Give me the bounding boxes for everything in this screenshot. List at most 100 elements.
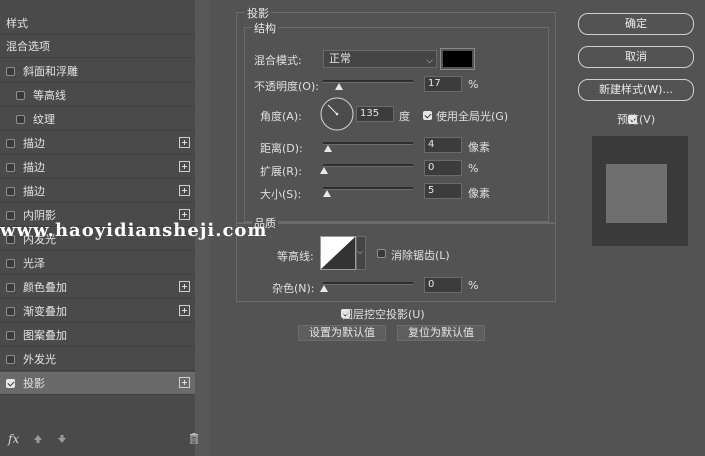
add-gradient-overlay-button[interactable] [179, 305, 190, 316]
set-default-button[interactable]: 设置为默认值 [298, 325, 386, 341]
style-item-label: 渐变叠加 [23, 305, 67, 318]
style-item-stroke-3[interactable]: 描边 [0, 180, 195, 203]
noise-label: 杂色(N): [272, 282, 315, 295]
antialias-label: 消除锯齿(L) [391, 249, 450, 262]
structure-title: 结构 [252, 20, 278, 36]
style-item-bevel-emboss[interactable]: 斜面和浮雕 [0, 60, 195, 83]
spread-slider-thumb[interactable] [320, 167, 328, 174]
add-color-overlay-button[interactable] [179, 281, 190, 292]
contour-preview[interactable] [320, 236, 356, 270]
cancel-button[interactable]: 取消 [578, 46, 694, 68]
style-item-stroke-2[interactable]: 描边 [0, 156, 195, 179]
outer-glow-checkbox[interactable] [6, 354, 15, 364]
watermark-text: www.haoyidiansheji.com [0, 220, 268, 241]
blend-mode-value: 正常 [329, 52, 351, 65]
opacity-slider-thumb[interactable] [335, 83, 343, 90]
size-label: 大小(S): [260, 188, 302, 201]
drop-shadow-checkbox[interactable] [6, 378, 15, 388]
move-down-icon[interactable] [57, 434, 67, 444]
global-light-checkbox[interactable] [423, 111, 432, 120]
stroke-2-checkbox[interactable] [6, 162, 15, 172]
distance-input[interactable]: 4 [424, 137, 462, 153]
ok-button[interactable]: 确定 [578, 13, 694, 35]
satin-checkbox[interactable] [6, 258, 15, 268]
opacity-label: 不透明度(O): [254, 80, 319, 93]
stroke-3-checkbox[interactable] [6, 186, 15, 196]
preview-label: 预览(V) [617, 113, 656, 126]
color-overlay-checkbox[interactable] [6, 282, 15, 292]
style-item-label: 投影 [23, 377, 45, 390]
noise-slider-track[interactable] [323, 282, 413, 285]
style-item-color-overlay[interactable]: 颜色叠加 [0, 276, 195, 299]
global-light-label: 使用全局光(G) [436, 110, 509, 123]
style-item-label: 颜色叠加 [23, 281, 67, 294]
style-item-label: 斜面和浮雕 [23, 65, 78, 78]
add-stroke-3-button[interactable] [179, 185, 190, 196]
size-slider-track[interactable] [323, 187, 413, 190]
style-item-outer-glow[interactable]: 外发光 [0, 348, 195, 371]
spread-slider-track[interactable] [323, 164, 413, 167]
shadow-color-fill [443, 51, 472, 67]
style-item-label: 纹理 [33, 113, 55, 126]
distance-unit: 像素 [468, 141, 490, 154]
gradient-overlay-checkbox[interactable] [6, 306, 15, 316]
add-stroke-1-button[interactable] [179, 137, 190, 148]
angle-input[interactable]: 135 [356, 106, 394, 122]
style-item-texture[interactable]: 纹理 [0, 108, 195, 131]
blend-mode-label: 混合模式: [254, 54, 302, 67]
size-slider-thumb[interactable] [323, 190, 331, 197]
add-drop-shadow-button[interactable] [179, 377, 190, 388]
shadow-color-swatch[interactable] [440, 48, 475, 70]
style-item-label: 光泽 [23, 257, 45, 270]
inner-shadow-checkbox[interactable] [6, 210, 15, 220]
move-up-icon[interactable] [33, 434, 43, 444]
add-inner-shadow-button[interactable] [179, 209, 190, 220]
texture-checkbox[interactable] [16, 114, 25, 124]
style-item-contour[interactable]: 等高线 [0, 84, 195, 107]
angle-unit: 度 [399, 110, 410, 123]
distance-label: 距离(D): [260, 142, 303, 155]
contour-label: 等高线: [277, 250, 314, 263]
bevel-emboss-checkbox[interactable] [6, 66, 15, 76]
new-style-button[interactable]: 新建样式(W)... [578, 79, 694, 101]
opacity-unit: % [468, 78, 479, 91]
style-preview-thumbnail [606, 164, 667, 223]
style-item-label: 外发光 [23, 353, 56, 366]
contour-curve-icon [321, 237, 355, 269]
contour-dropdown[interactable]: ⌵ [356, 236, 366, 270]
trash-icon[interactable] [189, 433, 199, 444]
chevron-down-icon: ⌵ [357, 247, 364, 256]
style-item-label: 等高线 [33, 89, 66, 102]
style-item-gradient-overlay[interactable]: 渐变叠加 [0, 300, 195, 323]
noise-slider-thumb[interactable] [320, 285, 328, 292]
add-stroke-2-button[interactable] [179, 161, 190, 172]
style-item-label: 描边 [23, 185, 45, 198]
fx-menu-icon[interactable]: fx [8, 432, 19, 446]
noise-input[interactable]: 0 [424, 277, 462, 293]
contour-checkbox[interactable] [16, 90, 25, 100]
styles-header: 样式 [0, 12, 195, 35]
opacity-input[interactable]: 17 [424, 76, 462, 92]
style-item-pattern-overlay[interactable]: 图案叠加 [0, 324, 195, 347]
blend-mode-select[interactable]: 正常 ⌵ [323, 50, 437, 68]
angle-label: 角度(A): [260, 110, 302, 123]
spread-label: 扩展(R): [260, 165, 302, 178]
stroke-1-checkbox[interactable] [6, 138, 15, 148]
angle-dial[interactable] [320, 97, 354, 131]
spread-input[interactable]: 0 [424, 160, 462, 176]
knockout-label: 图层挖空投影(U) [342, 308, 425, 321]
section-title: 投影 [245, 5, 271, 21]
blend-options-item[interactable]: 混合选项 [0, 35, 195, 58]
size-input[interactable]: 5 [424, 183, 462, 199]
reset-default-button[interactable]: 复位为默认值 [397, 325, 485, 341]
distance-slider-thumb[interactable] [324, 145, 332, 152]
distance-slider-track[interactable] [323, 142, 413, 145]
antialias-checkbox[interactable] [377, 249, 386, 258]
size-unit: 像素 [468, 187, 490, 200]
pattern-overlay-checkbox[interactable] [6, 330, 15, 340]
noise-unit: % [468, 279, 479, 292]
style-item-drop-shadow[interactable]: 投影 [0, 372, 195, 395]
style-item-satin[interactable]: 光泽 [0, 252, 195, 275]
style-item-stroke-1[interactable]: 描边 [0, 132, 195, 155]
style-item-label: 描边 [23, 137, 45, 150]
